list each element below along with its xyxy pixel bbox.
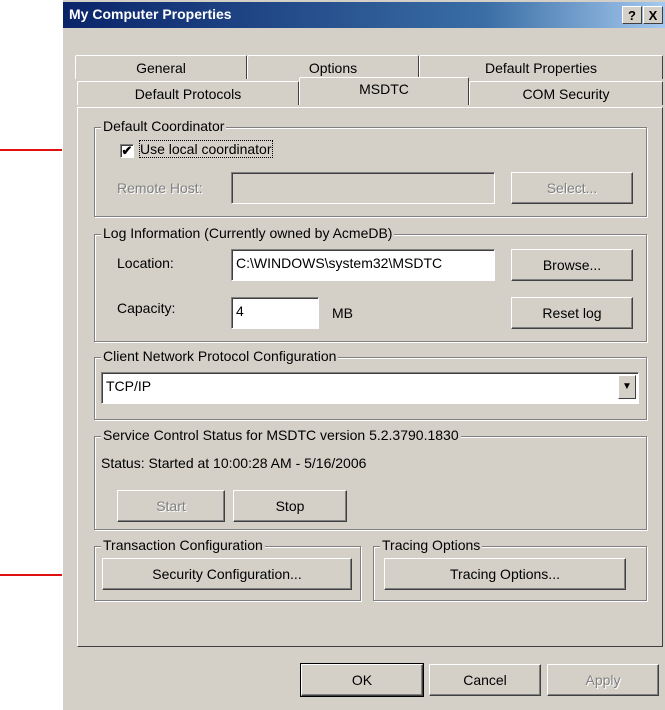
capacity-unit-label: MB xyxy=(332,305,353,321)
protocol-selected-value: TCP/IP xyxy=(106,378,152,394)
tab-com-security[interactable]: COM Security xyxy=(469,81,663,105)
location-field[interactable]: C:\WINDOWS\system32\MSDTC xyxy=(231,249,495,281)
capacity-label: Capacity: xyxy=(117,300,176,316)
select-button[interactable]: Select... xyxy=(511,172,633,204)
tracing-options-button[interactable]: Tracing Options... xyxy=(384,558,626,590)
transaction-config-group: Transaction Configuration Security Confi… xyxy=(94,537,361,601)
default-coordinator-legend: Default Coordinator xyxy=(101,118,227,134)
log-information-group: Log Information (Currently owned by Acme… xyxy=(94,225,647,342)
stop-button[interactable]: Stop xyxy=(233,490,347,522)
title-bar: My Computer Properties ? X xyxy=(63,2,665,28)
reset-log-button[interactable]: Reset log xyxy=(511,297,633,329)
use-local-coordinator-label[interactable]: Use local coordinator xyxy=(139,140,273,158)
service-status-text: Status: Started at 10:00:28 AM - 5/16/20… xyxy=(101,455,367,471)
ok-button[interactable]: OK xyxy=(300,663,424,697)
default-coordinator-group: Default Coordinator ✔ Use local coordina… xyxy=(94,118,647,217)
window-title: My Computer Properties xyxy=(69,6,232,22)
transaction-config-legend: Transaction Configuration xyxy=(101,537,265,553)
help-button[interactable]: ? xyxy=(622,6,642,24)
tracing-options-legend: Tracing Options xyxy=(380,537,483,553)
security-configuration-button[interactable]: Security Configuration... xyxy=(102,558,352,590)
protocol-dropdown[interactable]: TCP/IP ▼ xyxy=(101,372,639,404)
capacity-field[interactable]: 4 xyxy=(231,297,319,329)
remote-host-label: Remote Host: xyxy=(117,180,203,196)
network-protocol-group: Client Network Protocol Configuration TC… xyxy=(94,348,647,420)
log-information-legend: Log Information (Currently owned by Acme… xyxy=(101,225,395,241)
properties-dialog: My Computer Properties ? X General Optio… xyxy=(62,0,665,710)
tab-msdtc[interactable]: MSDTC xyxy=(299,77,469,105)
tab-general[interactable]: General xyxy=(75,55,247,79)
service-control-legend: Service Control Status for MSDTC version… xyxy=(101,427,461,443)
browse-button[interactable]: Browse... xyxy=(511,249,633,281)
msdtc-panel: Default Coordinator ✔ Use local coordina… xyxy=(77,107,663,647)
remote-host-field[interactable] xyxy=(231,172,495,204)
service-control-group: Service Control Status for MSDTC version… xyxy=(94,427,647,530)
start-button[interactable]: Start xyxy=(117,490,225,522)
close-button[interactable]: X xyxy=(643,6,663,24)
tab-options[interactable]: Options xyxy=(247,55,419,79)
tracing-options-group: Tracing Options Tracing Options... xyxy=(373,537,647,601)
network-protocol-legend: Client Network Protocol Configuration xyxy=(101,348,339,364)
apply-button[interactable]: Apply xyxy=(547,664,659,696)
cancel-button[interactable]: Cancel xyxy=(429,664,541,696)
use-local-coordinator-checkbox[interactable]: ✔ xyxy=(120,144,134,158)
chevron-down-icon[interactable]: ▼ xyxy=(618,375,636,399)
tab-default-protocols[interactable]: Default Protocols xyxy=(77,81,299,105)
tab-default-properties[interactable]: Default Properties xyxy=(419,55,663,79)
location-label: Location: xyxy=(117,255,174,271)
